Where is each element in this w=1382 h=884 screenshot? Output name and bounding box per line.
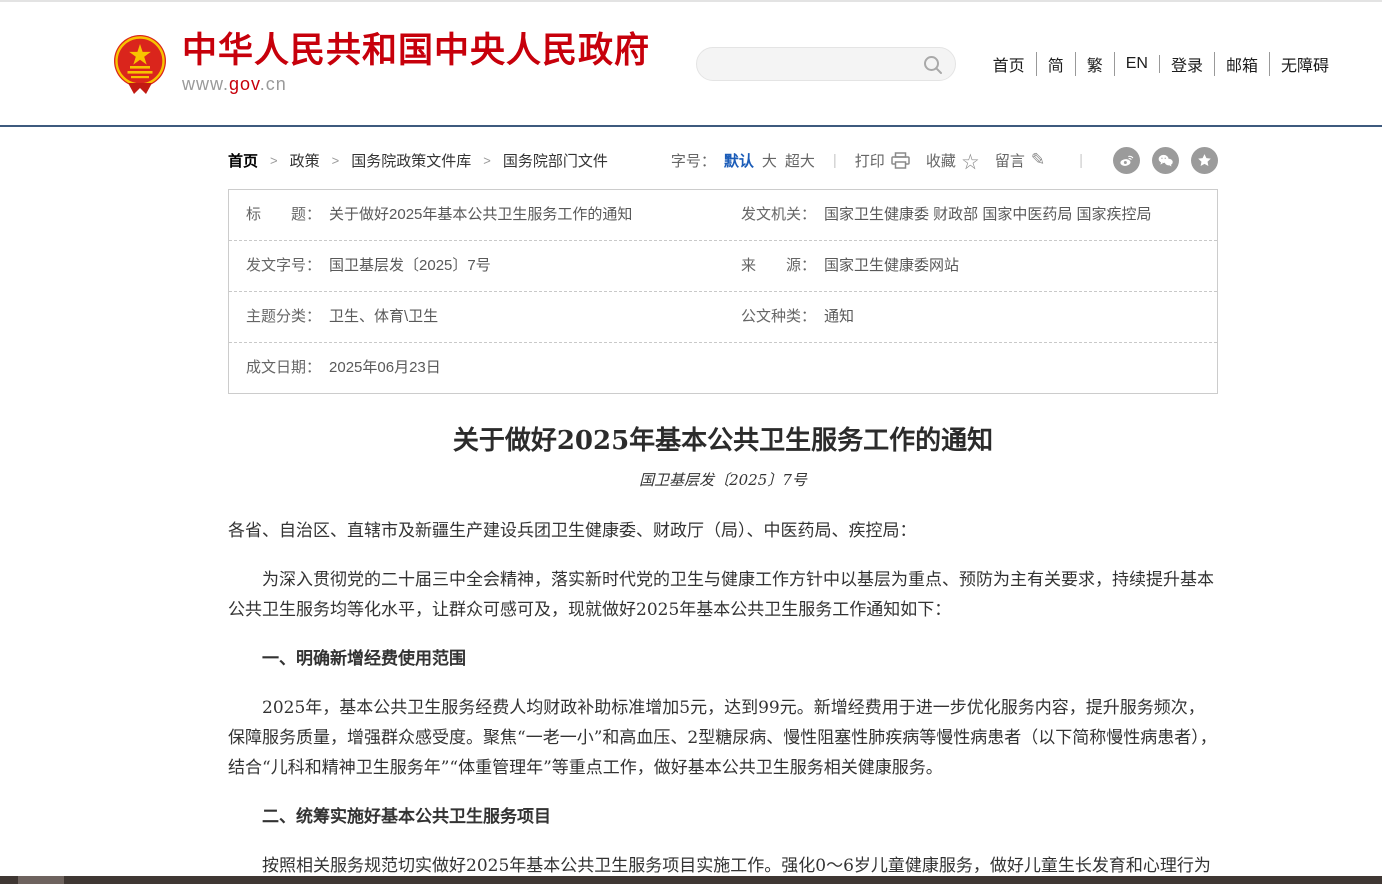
wechat-share-icon[interactable]: [1152, 147, 1179, 174]
salutation-paragraph: 各省、自治区、直辖市及新疆生产建设兵团卫生健康委、财政厅（局）、中医药局、疾控局…: [228, 516, 1218, 546]
printer-icon: [891, 152, 910, 169]
nav-mailbox[interactable]: 邮箱: [1215, 52, 1270, 76]
document-meta-table: 标 题： 关于做好2025年基本公共卫生服务工作的通知 发文机关： 国家卫生健康…: [228, 189, 1218, 394]
breadcrumb-policy-library[interactable]: 国务院政策文件库: [351, 150, 471, 171]
breadcrumb-separator: >: [483, 153, 491, 168]
meta-value-doc-number: 国卫基层发〔2025〕7号: [321, 256, 491, 276]
top-nav: 首页 简 繁 EN 登录 邮箱 无障碍: [982, 52, 1340, 76]
breadcrumb: 首页 > 政策 > 国务院政策文件库 > 国务院部门文件: [228, 150, 608, 171]
meta-label-issuing-agency: 发文机关：: [741, 205, 816, 225]
meta-label-doc-number: 发文字号：: [246, 256, 321, 276]
section1-heading: 一、明确新增经费使用范围: [228, 644, 1218, 674]
search-icon[interactable]: [921, 53, 945, 77]
star-icon: ☆: [962, 148, 979, 173]
site-header: 中华人民共和国中央人民政府 www.gov.cn 首页 简 繁 EN 登录 邮箱…: [0, 2, 1382, 125]
breadcrumb-department-documents[interactable]: 国务院部门文件: [503, 150, 608, 171]
section1-paragraph: 2025年，基本公共卫生服务经费人均财政补助标准增加5元，达到99元。新增经费用…: [228, 693, 1218, 783]
share-buttons: [1101, 147, 1218, 174]
print-button[interactable]: 打印: [855, 150, 910, 171]
favorite-button[interactable]: 收藏 ☆: [926, 148, 979, 173]
qzone-share-icon[interactable]: [1191, 147, 1218, 174]
breadcrumb-separator: >: [270, 153, 278, 168]
bottom-scrollbar-track: [0, 876, 1382, 884]
pencil-icon: ✎: [1031, 150, 1045, 170]
breadcrumb-separator: >: [332, 153, 340, 168]
meta-value-issuing-agency: 国家卫生健康委 财政部 国家中医药局 国家疾控局: [816, 205, 1152, 225]
meta-label-date: 成文日期：: [246, 358, 321, 378]
document-number: 国卫基层发〔2025〕7号: [228, 469, 1218, 490]
meta-value-date: 2025年06月23日: [321, 358, 441, 378]
meta-row: 发文字号： 国卫基层发〔2025〕7号 来 源： 国家卫生健康委网站: [229, 241, 1217, 292]
meta-row: 主题分类： 卫生、体育\卫生 公文种类： 通知: [229, 292, 1217, 343]
nav-home[interactable]: 首页: [982, 52, 1037, 76]
search-box: [696, 47, 956, 81]
breadcrumb-policy[interactable]: 政策: [290, 150, 320, 171]
breadcrumb-home[interactable]: 首页: [228, 150, 258, 171]
weibo-share-icon[interactable]: [1113, 147, 1140, 174]
nav-english[interactable]: EN: [1115, 55, 1160, 73]
comment-button[interactable]: 留言 ✎: [995, 150, 1045, 171]
meta-label-title: 标 题：: [246, 205, 321, 225]
font-size-large[interactable]: 大: [762, 150, 777, 171]
intro-paragraph: 为深入贯彻党的二十届三中全会精神，落实新时代党的卫生与健康工作方针中以基层为重点…: [228, 565, 1218, 625]
search-input[interactable]: [697, 56, 955, 72]
meta-row: 标 题： 关于做好2025年基本公共卫生服务工作的通知 发文机关： 国家卫生健康…: [229, 190, 1217, 241]
font-size-label: 字号：: [671, 150, 716, 171]
content-column: 首页 > 政策 > 国务院政策文件库 > 国务院部门文件 字号： 默认 大 超大…: [228, 147, 1218, 884]
meta-value-doc-type: 通知: [816, 307, 854, 327]
site-logo[interactable]: 中华人民共和国中央人民政府 www.gov.cn: [112, 32, 650, 96]
bottom-scrollbar-thumb[interactable]: [18, 876, 64, 884]
meta-row: 成文日期： 2025年06月23日: [229, 343, 1217, 393]
nav-login[interactable]: 登录: [1160, 52, 1215, 76]
nav-traditional[interactable]: 繁: [1076, 52, 1115, 76]
meta-value-topic-category: 卫生、体育\卫生: [321, 307, 438, 327]
site-url: www.gov.cn: [182, 74, 650, 95]
site-title: 中华人民共和国中央人民政府: [182, 32, 650, 71]
meta-label-source: 来 源：: [741, 256, 816, 276]
section2-heading: 二、统筹实施好基本公共卫生服务项目: [228, 802, 1218, 832]
meta-value-title: 关于做好2025年基本公共卫生服务工作的通知: [321, 205, 632, 225]
font-size-default[interactable]: 默认: [724, 150, 754, 171]
national-emblem-icon: [112, 33, 168, 95]
meta-label-doc-type: 公文种类：: [741, 307, 816, 327]
page-toolbar: 字号： 默认 大 超大 | 打印 收藏 ☆ 留言: [671, 147, 1218, 174]
header-divider: [0, 125, 1382, 127]
meta-value-source: 国家卫生健康委网站: [816, 256, 959, 276]
meta-label-topic-category: 主题分类：: [246, 307, 321, 327]
font-size-xlarge[interactable]: 超大: [785, 150, 815, 171]
nav-simplified[interactable]: 简: [1037, 52, 1076, 76]
document-title: 关于做好2025年基本公共卫生服务工作的通知: [228, 420, 1218, 457]
document-body: 各省、自治区、直辖市及新疆生产建设兵团卫生健康委、财政厅（局）、中医药局、疾控局…: [228, 516, 1218, 884]
nav-accessibility[interactable]: 无障碍: [1270, 52, 1340, 76]
